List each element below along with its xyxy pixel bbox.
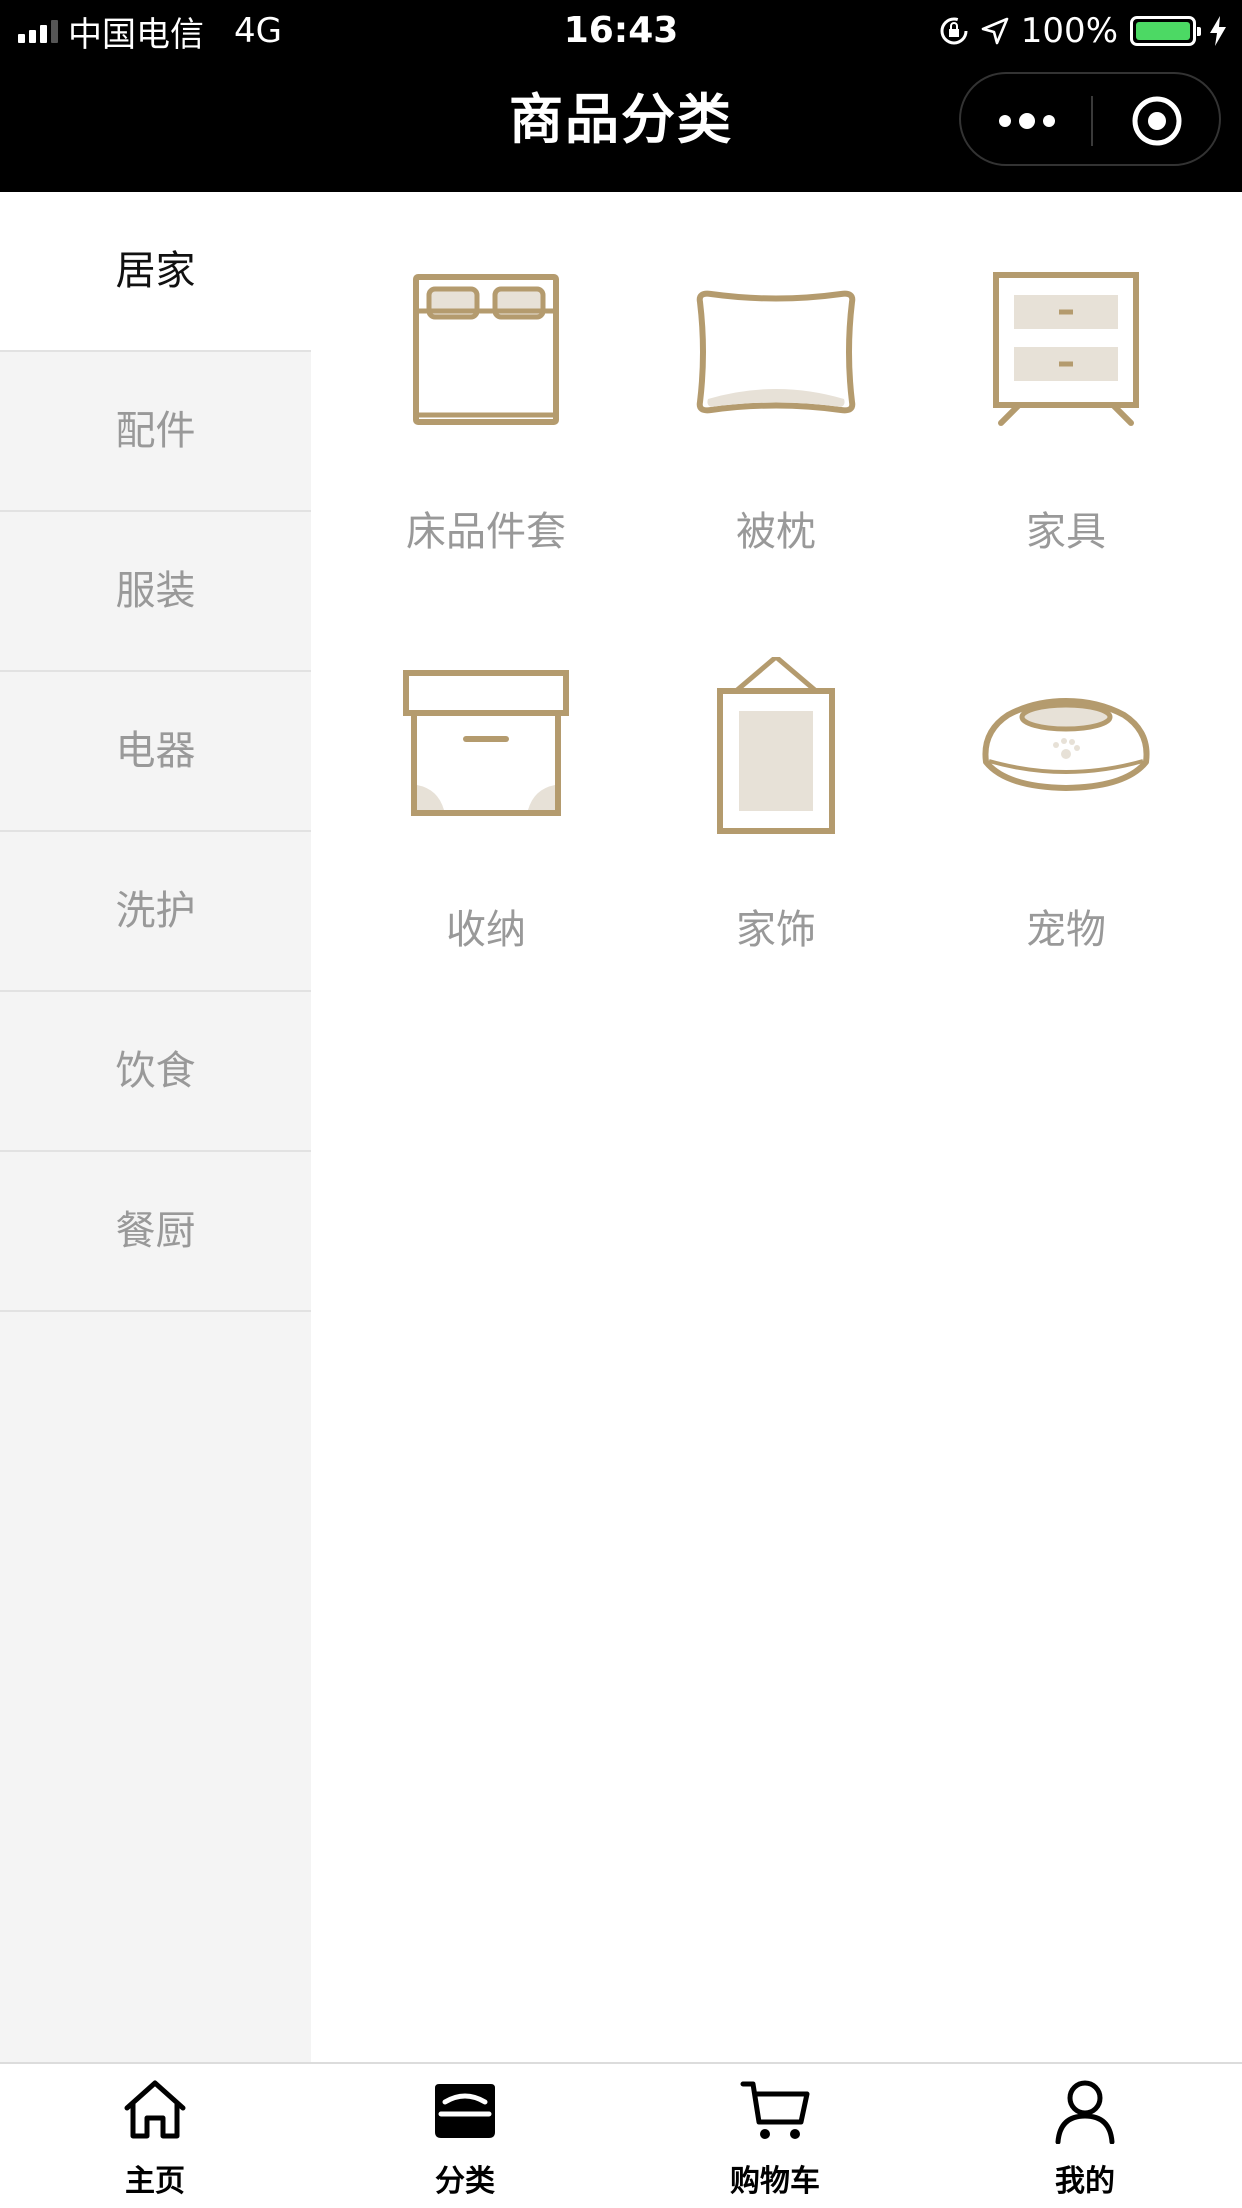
tab-home[interactable]: 主页 [0, 2064, 310, 2208]
nightstand-icon [993, 272, 1139, 426]
capsule-divider [1091, 96, 1093, 146]
subcategory-label: 被枕 [736, 509, 816, 555]
subcategory-label: 家具 [1026, 509, 1106, 555]
cart-icon [740, 2081, 810, 2139]
tab-cart[interactable]: 购物车 [620, 2064, 930, 2208]
subcategory-label: 收纳 [446, 907, 526, 953]
user-icon [1055, 2080, 1115, 2144]
tab-label: 购物车 [730, 2164, 820, 2199]
sidebar-item-kitchen[interactable]: 餐厨 [0, 1152, 311, 1312]
battery-percent: 100% [1020, 11, 1118, 51]
subcategory-home-decor[interactable]: 家饰 [631, 657, 921, 1017]
subcategory-grid: 床品件套 被枕 家具 收纳 家饰 宠物 [311, 192, 1242, 2062]
sidebar-item-home[interactable]: 居家 [0, 192, 311, 352]
home-icon [124, 2080, 186, 2139]
category-sidebar: 居家 配件 服装 电器 洗护 饮食 餐厨 [0, 192, 311, 2062]
sidebar-item-accessories[interactable]: 配件 [0, 352, 311, 512]
bed-icon [413, 274, 559, 425]
pillow-icon [696, 290, 856, 414]
subcategory-label: 宠物 [1026, 907, 1106, 953]
bottom-tab-bar: 主页 分类 购物车 我的 [0, 2062, 1242, 2208]
status-right: 100% [939, 0, 1228, 62]
tab-label: 主页 [125, 2164, 185, 2199]
sidebar-item-clothing[interactable]: 服装 [0, 512, 311, 672]
battery-icon [1130, 16, 1201, 46]
sidebar-item-food[interactable]: 饮食 [0, 992, 311, 1152]
location-arrow-icon [981, 17, 1009, 45]
tab-profile[interactable]: 我的 [930, 2064, 1240, 2208]
mini-program-capsule [959, 72, 1221, 166]
picture-frame-icon [717, 657, 835, 834]
more-dots-icon[interactable] [999, 103, 1055, 139]
sidebar-item-personal-care[interactable]: 洗护 [0, 832, 311, 992]
subcategory-label: 家饰 [736, 907, 816, 953]
subcategory-furniture[interactable]: 家具 [921, 267, 1211, 627]
nav-bar: 商品分类 [0, 62, 1242, 192]
screen: 中国电信 4G 16:43 100% 商品分类 居家 配件 服装 电器 洗护 饮… [0, 0, 1242, 2208]
sidebar-item-appliances[interactable]: 电器 [0, 672, 311, 832]
tab-label: 我的 [1055, 2164, 1115, 2199]
subcategory-label: 床品件套 [406, 509, 566, 555]
charging-bolt-icon [1210, 16, 1226, 46]
subcategory-storage[interactable]: 收纳 [341, 657, 631, 1017]
pet-bowl-icon [982, 698, 1150, 791]
subcategory-bedding[interactable]: 床品件套 [341, 267, 631, 627]
target-circle-icon[interactable] [1131, 95, 1183, 147]
status-bar: 中国电信 4G 16:43 100% [0, 0, 1242, 62]
category-icon [435, 2084, 495, 2138]
subcategory-pets[interactable]: 宠物 [921, 657, 1211, 1017]
rotation-lock-icon [940, 17, 968, 45]
tab-label: 分类 [435, 2164, 495, 2199]
storage-box-icon [403, 670, 569, 816]
subcategory-pillows[interactable]: 被枕 [631, 267, 921, 627]
tab-category[interactable]: 分类 [310, 2064, 620, 2208]
